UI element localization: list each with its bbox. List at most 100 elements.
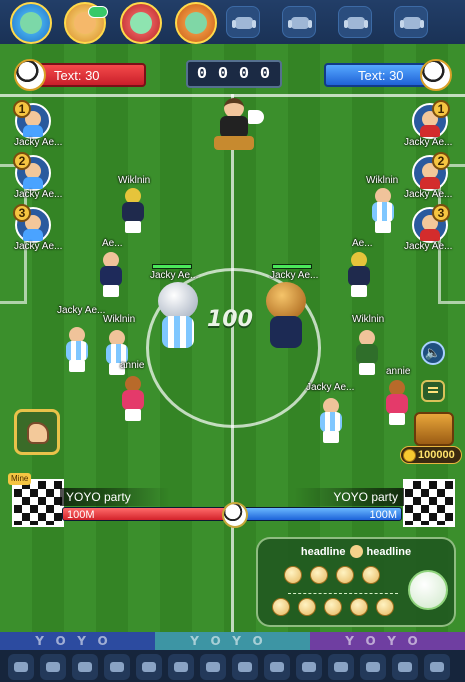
left-team-name: YOYO party bbox=[60, 488, 170, 506]
right-slot-name: Jacky Ae... bbox=[404, 137, 453, 148]
player-name: annie bbox=[386, 366, 411, 377]
yoyo-strip: YOYO bbox=[310, 632, 465, 650]
egg-icon bbox=[349, 545, 363, 558]
rank-badge: 2 bbox=[432, 152, 450, 170]
egg-icon[interactable] bbox=[284, 566, 302, 584]
thumbs-up-icon bbox=[27, 422, 49, 444]
empty-seat-icon[interactable] bbox=[360, 654, 386, 680]
player-figure[interactable] bbox=[352, 330, 382, 376]
right-slot-name: Jacky Ae... bbox=[404, 241, 453, 252]
player-name: Wiklnin bbox=[118, 175, 151, 186]
timer-digit: 0 bbox=[238, 65, 250, 84]
empty-seat-icon[interactable] bbox=[394, 6, 428, 38]
match-timer: 0 0 0 0 bbox=[186, 60, 282, 88]
player-figure[interactable] bbox=[62, 327, 92, 373]
cheerleader-figure[interactable] bbox=[382, 380, 412, 426]
empty-seat-icon[interactable] bbox=[328, 654, 354, 680]
empty-seat-icon[interactable] bbox=[264, 654, 290, 680]
hand-egg-button[interactable] bbox=[408, 570, 448, 610]
treasure-chest-icon[interactable] bbox=[414, 412, 454, 446]
egg-track bbox=[288, 593, 398, 594]
left-slot-name: Jacky Ae... bbox=[14, 189, 63, 200]
empty-seat-icon[interactable] bbox=[392, 654, 418, 680]
audience-avatar[interactable] bbox=[10, 2, 52, 44]
egg-icon[interactable] bbox=[272, 598, 290, 616]
mascot-name: Jacky Ae... bbox=[270, 270, 319, 281]
empty-seat-icon[interactable] bbox=[424, 654, 450, 680]
headline-right: headline bbox=[366, 546, 412, 558]
rank-badge: 1 bbox=[432, 100, 450, 118]
megaphone-icon bbox=[248, 110, 264, 124]
checkered-flag-icon bbox=[12, 479, 64, 527]
player-name: Wiklnin bbox=[366, 175, 399, 186]
thumbs-up-button[interactable] bbox=[14, 409, 60, 455]
right-slot-name: Jacky Ae... bbox=[404, 189, 453, 200]
empty-seat-icon[interactable] bbox=[232, 654, 258, 680]
cheerleader-figure[interactable] bbox=[118, 376, 148, 422]
empty-seat-icon[interactable] bbox=[8, 654, 34, 680]
audience-avatar[interactable] bbox=[120, 2, 162, 44]
speaker-icon[interactable]: 🔈 bbox=[421, 341, 445, 365]
player-name: Wiklnin bbox=[103, 314, 136, 325]
player-figure[interactable] bbox=[344, 252, 374, 298]
headline-title: headline headline bbox=[258, 545, 454, 558]
egg-icon[interactable] bbox=[336, 566, 354, 584]
right-amount: 100M bbox=[369, 509, 397, 521]
coin-amount: 100000 bbox=[418, 449, 455, 461]
empty-seat-icon[interactable] bbox=[104, 654, 130, 680]
empty-seat-icon[interactable] bbox=[40, 654, 66, 680]
rank-badge: 3 bbox=[432, 204, 450, 222]
coin-counter: 100000 bbox=[400, 446, 462, 464]
left-slot-name: Jacky Ae... bbox=[14, 241, 63, 252]
empty-seat-icon[interactable] bbox=[72, 654, 98, 680]
timer-digit: 0 bbox=[259, 65, 271, 84]
referee-figure bbox=[212, 98, 256, 154]
timer-digit: 0 bbox=[217, 65, 229, 84]
player-name: Jacky Ae... bbox=[306, 382, 355, 393]
red-team-ball-icon bbox=[14, 59, 46, 91]
empty-seat-icon[interactable] bbox=[136, 654, 162, 680]
rank-badge: 2 bbox=[13, 152, 31, 170]
audience-bar bbox=[0, 0, 465, 44]
mascot-name: Jacky Ae... bbox=[150, 270, 199, 281]
left-amount: 100M bbox=[67, 509, 95, 521]
headline-left: headline bbox=[300, 546, 346, 558]
egg-icon[interactable] bbox=[324, 598, 342, 616]
player-name: Wiklnin bbox=[352, 314, 385, 325]
empty-seat-icon[interactable] bbox=[168, 654, 194, 680]
checkered-flag-icon bbox=[403, 479, 455, 527]
player-figure[interactable] bbox=[316, 398, 346, 444]
player-name: Ae... bbox=[352, 238, 373, 249]
blue-score-label: Text: 30 bbox=[358, 68, 404, 83]
rank-badge: 1 bbox=[13, 100, 31, 118]
audience-avatar[interactable] bbox=[64, 2, 108, 44]
egg-icon[interactable] bbox=[376, 598, 394, 616]
egg-icon[interactable] bbox=[362, 566, 380, 584]
soccer-ball-icon bbox=[222, 502, 248, 528]
coin-icon bbox=[403, 449, 416, 462]
empty-seat-icon[interactable] bbox=[200, 654, 226, 680]
mascot-health-bar bbox=[152, 264, 192, 269]
egg-icon[interactable] bbox=[310, 566, 328, 584]
player-name: Ae... bbox=[102, 238, 123, 249]
red-score-label: Text: 30 bbox=[54, 68, 100, 83]
empty-seat-icon[interactable] bbox=[282, 6, 316, 38]
player-figure[interactable] bbox=[96, 252, 126, 298]
audience-avatar[interactable] bbox=[175, 2, 217, 44]
yoyo-strip: YOYO bbox=[0, 632, 155, 650]
egg-icon[interactable] bbox=[350, 598, 368, 616]
jaguar-mascot[interactable] bbox=[260, 282, 312, 352]
empty-seat-icon[interactable] bbox=[226, 6, 260, 38]
egg-icon[interactable] bbox=[298, 598, 316, 616]
empty-seat-icon[interactable] bbox=[296, 654, 322, 680]
player-figure[interactable] bbox=[118, 188, 148, 234]
yoyo-strip: YOYO bbox=[155, 632, 310, 650]
player-figure[interactable] bbox=[368, 188, 398, 234]
mine-tag: Mine bbox=[8, 473, 32, 485]
chat-icon[interactable] bbox=[421, 380, 445, 402]
mascot-health-bar bbox=[272, 264, 312, 269]
right-team-name: YOYO party bbox=[294, 488, 404, 506]
eagle-mascot[interactable] bbox=[152, 282, 204, 352]
blue-team-ball-icon bbox=[420, 59, 452, 91]
empty-seat-icon[interactable] bbox=[338, 6, 372, 38]
